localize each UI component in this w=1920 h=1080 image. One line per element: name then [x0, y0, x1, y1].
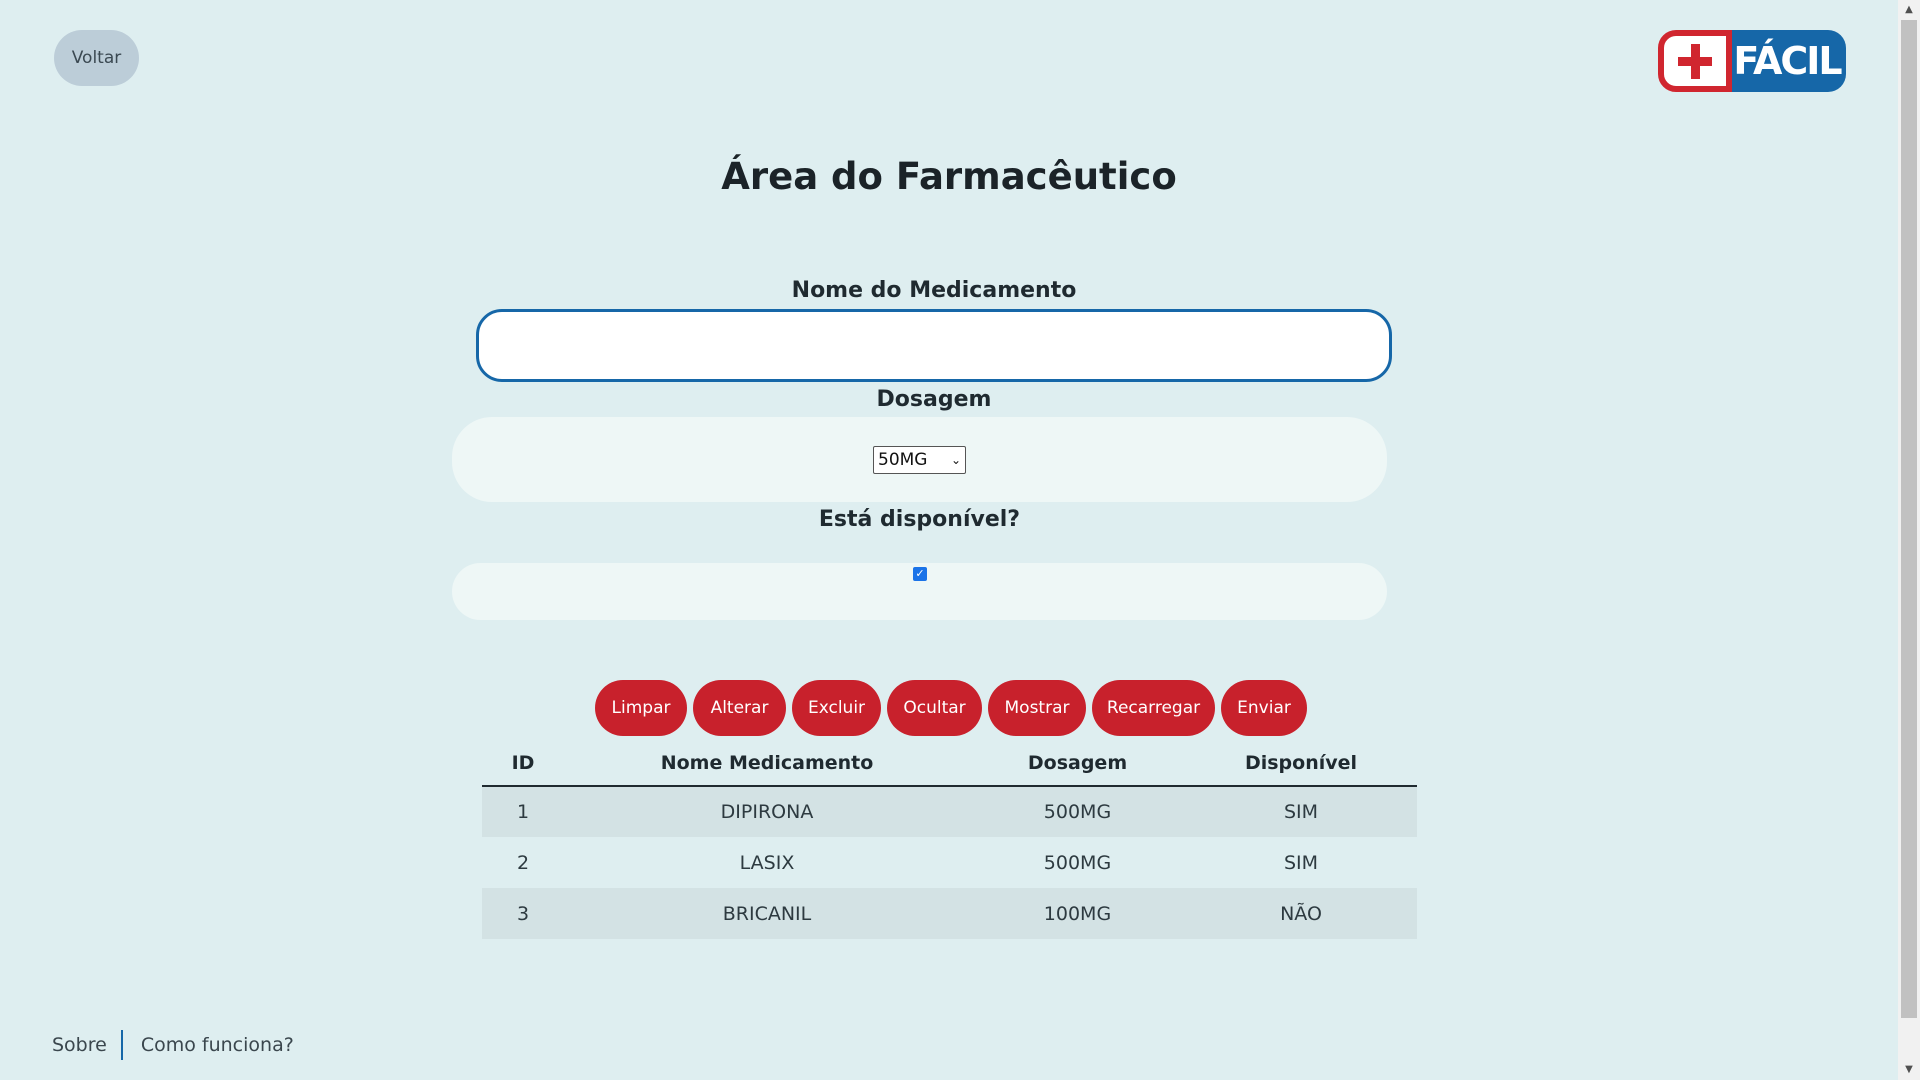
- delete-button[interactable]: Excluir: [792, 680, 881, 736]
- reload-button[interactable]: Recarregar: [1092, 680, 1215, 736]
- submit-button[interactable]: Enviar: [1221, 680, 1307, 736]
- cell-id: 3: [482, 888, 564, 939]
- column-header-id: ID: [482, 740, 564, 787]
- medication-table: ID Nome Medicamento Dosagem Disponível 1…: [482, 740, 1417, 939]
- hide-button[interactable]: Ocultar: [887, 680, 982, 736]
- scroll-up-arrow-icon[interactable]: ▲: [1898, 0, 1920, 20]
- dosage-label: Dosagem: [876, 387, 992, 412]
- available-checkbox[interactable]: ✓: [913, 567, 927, 581]
- cell-id: 1: [482, 786, 564, 837]
- cell-available: SIM: [1283, 851, 1319, 874]
- dosage-selected-value: 50MG: [878, 450, 928, 470]
- cell-name: DIPIRONA: [564, 786, 970, 837]
- scrollbar-thumb[interactable]: [1901, 20, 1917, 1018]
- cell-dosage: 500MG: [1043, 851, 1112, 874]
- column-header-dosage: Dosagem: [970, 740, 1185, 787]
- name-label: Nome do Medicamento: [791, 278, 1077, 303]
- cell-available: SIM: [1185, 786, 1417, 837]
- column-header-name: Nome Medicamento: [564, 740, 970, 787]
- dosage-select[interactable]: 50MG ⌄: [873, 446, 966, 474]
- cell-dosage: 100MG: [970, 888, 1185, 939]
- action-buttons: Limpar Alterar Excluir Ocultar Mostrar R…: [595, 680, 1307, 736]
- table-row[interactable]: 2 LASIX 500MG SIM: [482, 837, 1417, 888]
- app-logo: FÁCIL: [1658, 30, 1846, 92]
- how-it-works-link[interactable]: Como funciona?: [141, 1034, 294, 1056]
- back-button[interactable]: Voltar: [54, 30, 139, 86]
- logo-text: FÁCIL: [1728, 30, 1846, 92]
- cell-name: LASIX: [739, 851, 795, 874]
- column-header-available: Disponível: [1185, 740, 1417, 787]
- cell-name: BRICANIL: [564, 888, 970, 939]
- chevron-down-icon: ⌄: [950, 453, 961, 467]
- clear-button[interactable]: Limpar: [595, 680, 687, 736]
- table-row[interactable]: 1 DIPIRONA 500MG SIM: [482, 786, 1417, 837]
- table-row[interactable]: 3 BRICANIL 100MG NÃO: [482, 888, 1417, 939]
- cell-id: 2: [516, 851, 530, 874]
- page: Voltar FÁCIL Área do Farmacêutico Nome d…: [0, 0, 1898, 1080]
- cell-available: NÃO: [1185, 888, 1417, 939]
- footer-divider: [120, 1030, 123, 1060]
- scroll-down-arrow-icon[interactable]: ▼: [1898, 1060, 1920, 1080]
- footer: Sobre Como funciona?: [52, 1030, 294, 1060]
- page-title: Área do Farmacêutico: [721, 155, 1177, 198]
- table-header-row: ID Nome Medicamento Dosagem Disponível: [482, 740, 1417, 787]
- about-link[interactable]: Sobre: [52, 1034, 107, 1056]
- cell-dosage: 500MG: [970, 786, 1185, 837]
- medication-name-input[interactable]: [476, 309, 1392, 382]
- edit-button[interactable]: Alterar: [693, 680, 786, 736]
- plus-cross-icon: [1658, 30, 1732, 92]
- show-button[interactable]: Mostrar: [988, 680, 1086, 736]
- available-label: Está disponível?: [818, 507, 1021, 532]
- vertical-scrollbar[interactable]: ▲ ▼: [1898, 0, 1920, 1080]
